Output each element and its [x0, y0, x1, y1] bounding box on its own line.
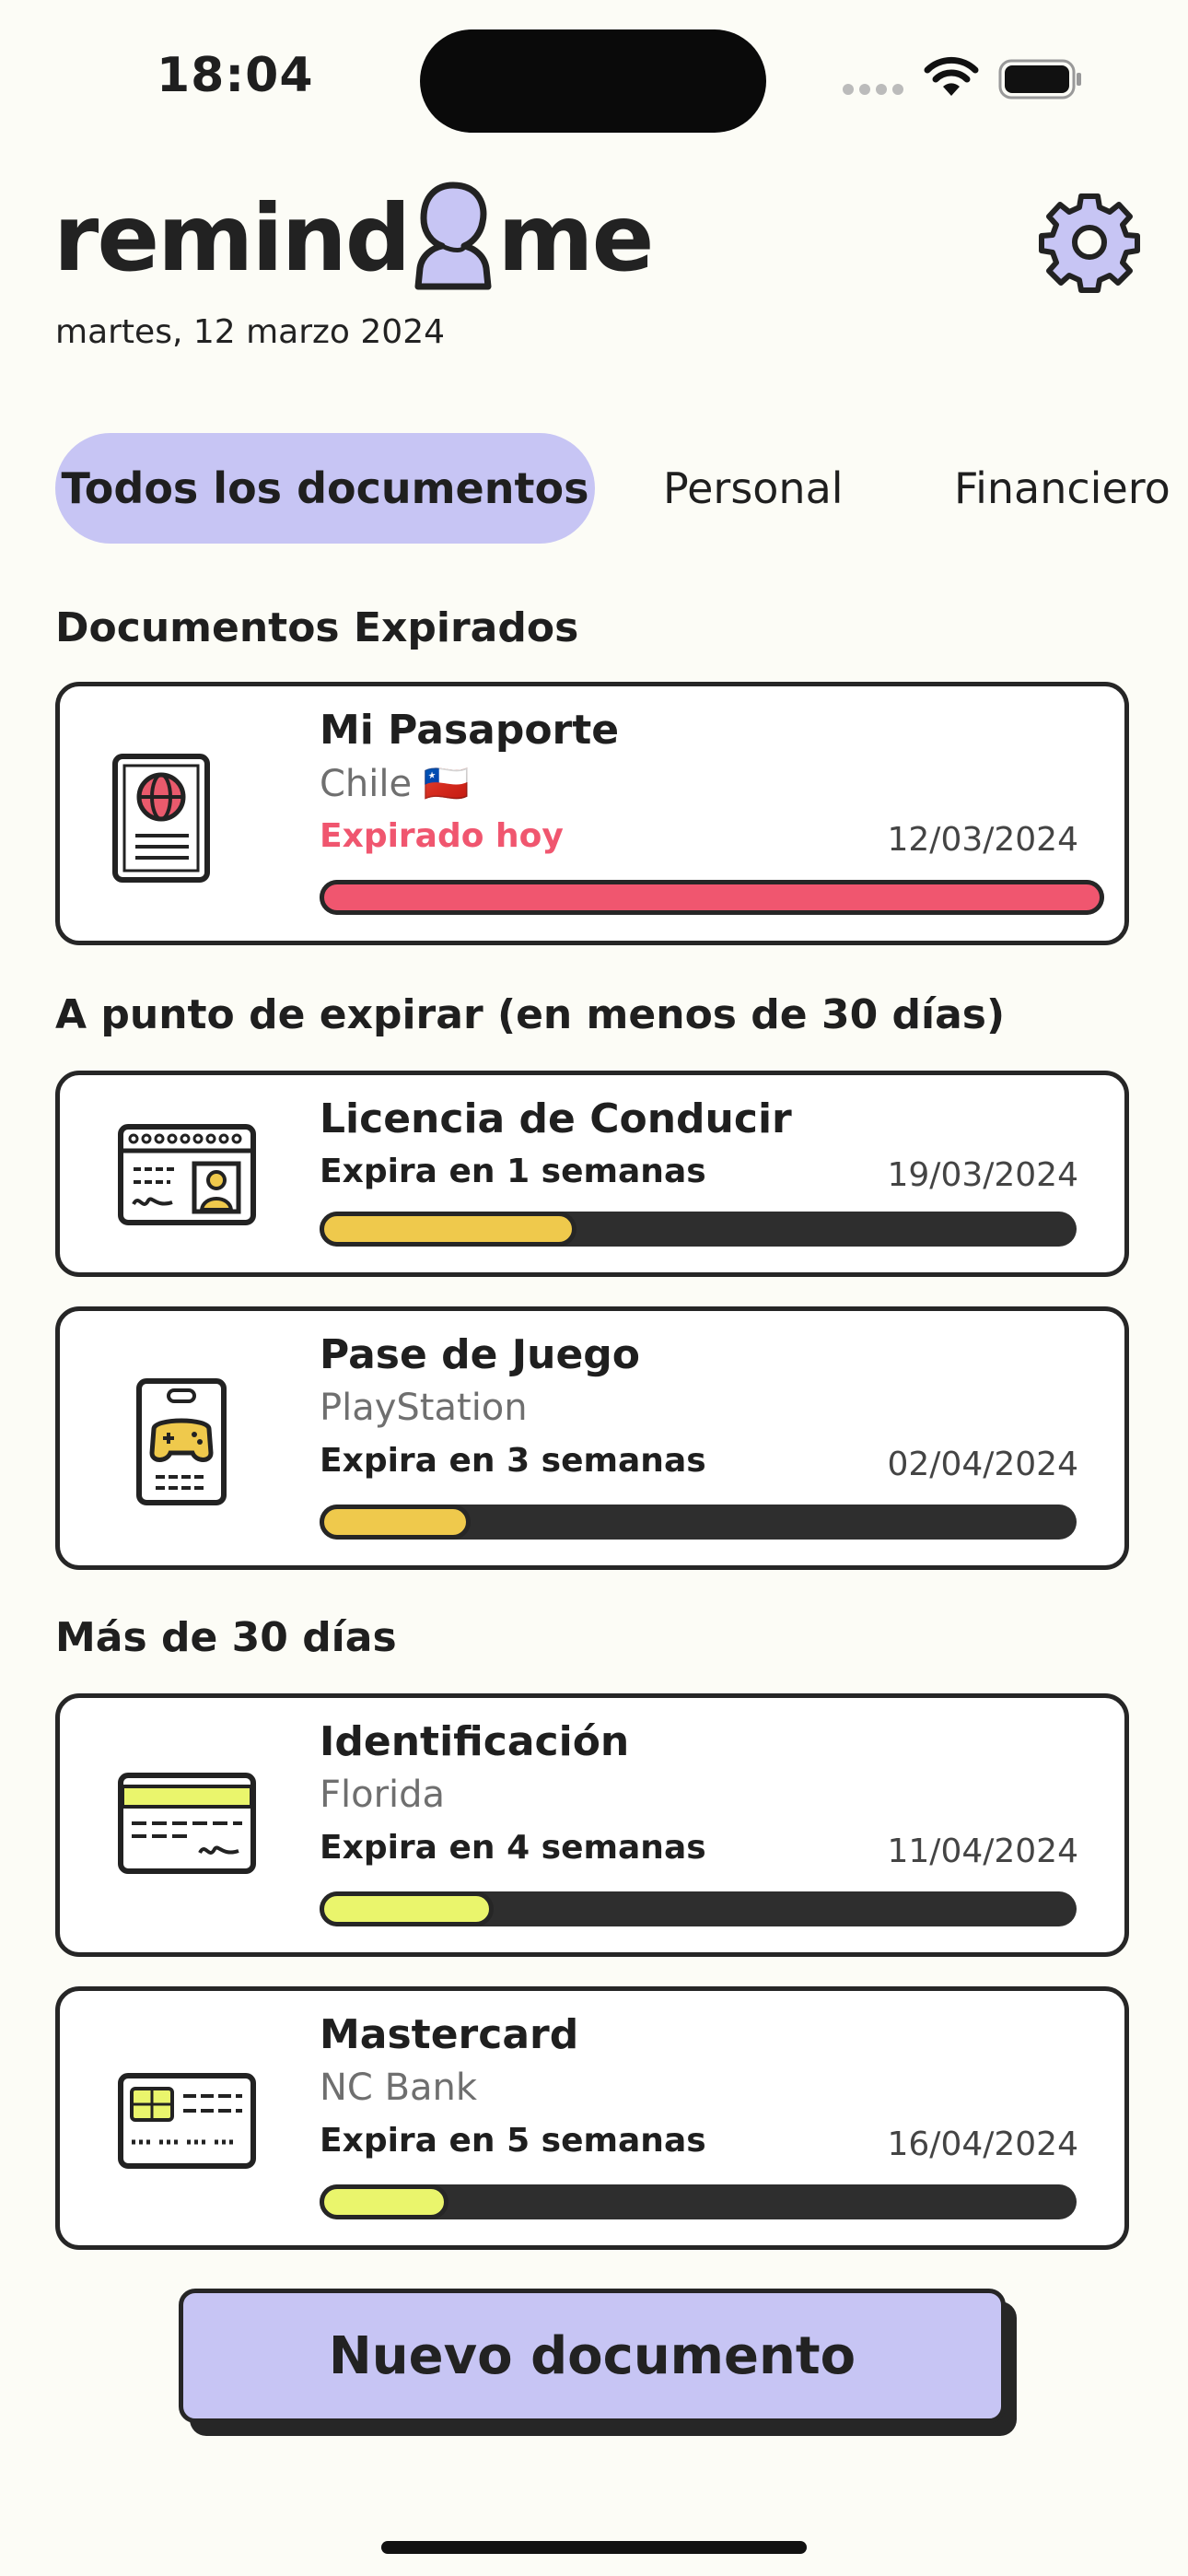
settings-gear-icon[interactable] [1039, 192, 1140, 293]
document-title: Mi Pasaporte [320, 707, 620, 754]
progress-fill [320, 1212, 577, 1247]
progress-fill [320, 880, 1104, 915]
section-expired-title: Documentos Expirados [55, 604, 579, 651]
progress-bar [320, 880, 1104, 915]
document-date: 16/04/2024 [887, 2125, 1079, 2163]
document-title: Licencia de Conducir [320, 1095, 792, 1142]
document-subtitle: NC Bank [320, 2067, 478, 2109]
progress-bar [320, 1212, 1077, 1247]
document-date: 11/04/2024 [887, 1832, 1079, 1870]
document-card-mastercard[interactable]: Mastercard NC Bank Expira en 5 semanas 1… [55, 1986, 1129, 2250]
credit-card-icon [118, 2073, 256, 2169]
signal-icon [843, 84, 903, 95]
wifi-icon [924, 56, 979, 96]
home-indicator[interactable] [381, 2541, 807, 2554]
passport-icon [112, 754, 210, 883]
document-card-passport[interactable]: Mi Pasaporte Chile 🇨🇱 Expirado hoy 12/03… [55, 682, 1129, 945]
document-card-game-pass[interactable]: Pase de Juego PlayStation Expira en 3 se… [55, 1306, 1129, 1570]
document-status: Expira en 5 semanas [320, 2122, 706, 2160]
document-status: Expirado hoy [320, 817, 564, 855]
document-title: Mastercard [320, 2011, 579, 2058]
document-status: Expira en 3 semanas [320, 1442, 706, 1480]
driver-license-icon [118, 1124, 256, 1225]
game-pass-icon [136, 1378, 227, 1505]
tab-all-documents[interactable]: Todos los documentos [55, 433, 595, 544]
tab-personal[interactable]: Personal [663, 433, 844, 544]
document-status: Expira en 1 semanas [320, 1153, 706, 1190]
new-document-button[interactable]: Nuevo documento [179, 2289, 1006, 2423]
progress-bar [320, 1891, 1077, 1926]
battery-icon [998, 59, 1081, 100]
progress-fill [320, 1891, 495, 1926]
progress-bar [320, 1505, 1077, 1540]
document-date: 12/03/2024 [887, 821, 1079, 859]
document-status: Expira en 4 semanas [320, 1829, 706, 1867]
logo-text-right: me [497, 183, 654, 292]
mascot-icon [414, 181, 492, 290]
dynamic-island [420, 29, 766, 133]
document-date: 02/04/2024 [887, 1446, 1079, 1483]
document-subtitle: PlayStation [320, 1387, 528, 1429]
progress-bar [320, 2184, 1077, 2219]
document-card-driver-license[interactable]: Licencia de Conducir Expira en 1 semanas… [55, 1071, 1129, 1277]
progress-fill [320, 1505, 472, 1540]
document-card-id[interactable]: Identificación Florida Expira en 4 seman… [55, 1693, 1129, 1957]
logo-text-left: remind [53, 183, 411, 292]
document-title: Pase de Juego [320, 1331, 641, 1378]
section-soon-title: A punto de expirar (en menos de 30 días) [55, 991, 1006, 1038]
tab-financial[interactable]: Financiero [954, 433, 1171, 544]
status-time: 18:04 [157, 48, 314, 103]
app-logo: remind me [53, 173, 654, 302]
progress-fill [320, 2184, 448, 2219]
document-title: Identificación [320, 1718, 630, 1765]
document-subtitle: Florida [320, 1774, 446, 1816]
section-later-title: Más de 30 días [55, 1614, 397, 1661]
current-date: martes, 12 marzo 2024 [55, 313, 445, 351]
document-date: 19/03/2024 [887, 1156, 1079, 1194]
document-subtitle: Chile 🇨🇱 [320, 763, 470, 805]
id-card-icon [118, 1773, 256, 1874]
